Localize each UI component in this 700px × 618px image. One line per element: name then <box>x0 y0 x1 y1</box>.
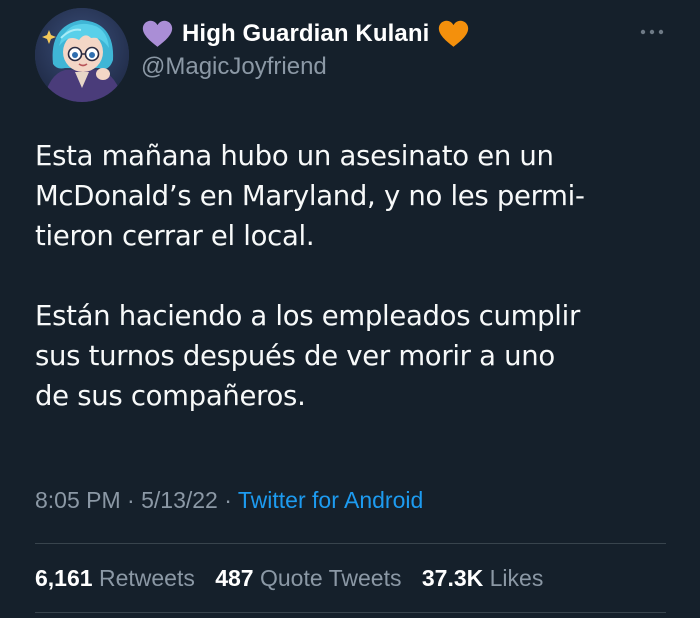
likes-stat[interactable]: 37.3K Likes <box>422 565 543 591</box>
quote-tweets-label: Quote Tweets <box>259 565 402 591</box>
retweets-label: Retweets <box>98 565 195 591</box>
quote-tweets-count: 487 <box>215 565 254 591</box>
meta-separator: · <box>224 487 232 513</box>
tweet-line: Esta mañana hubo un asesinato en un <box>35 140 554 172</box>
tweet-line: de sus compañeros. <box>35 380 306 412</box>
tweet-meta: 8:05 PM · 5/13/22 · Twitter for Android <box>35 487 423 514</box>
tweet-paragraph: Esta mañana hubo un asesinato en un McDo… <box>35 136 675 256</box>
author-name-row[interactable]: High Guardian Kulani <box>141 16 470 52</box>
orange-heart-icon <box>439 20 469 47</box>
tweet-stats: 6,161 Retweets 487 Quote Tweets 37.3K Li… <box>35 565 557 592</box>
tweet-line: McDonald’s en Maryland, y no les permi- <box>35 180 585 212</box>
tweet-line: sus turnos después de ver morir a uno <box>35 340 555 372</box>
quote-tweets-stat[interactable]: 487 Quote Tweets <box>215 565 408 591</box>
tweet-date[interactable]: 5/13/22 <box>141 487 218 513</box>
tweet-time[interactable]: 8:05 PM <box>35 487 121 513</box>
avatar-image <box>35 8 129 102</box>
tweet-paragraph: Están haciendo a los empleados cumplir s… <box>35 296 675 416</box>
avatar[interactable] <box>35 8 129 102</box>
author-handle[interactable]: @MagicJoyfriend <box>141 53 327 81</box>
purple-heart-icon <box>142 20 173 47</box>
meta-separator: · <box>127 487 135 513</box>
tweet-line: tieron cerrar el local. <box>35 220 315 252</box>
likes-label: Likes <box>489 565 544 591</box>
tweet-source-link[interactable]: Twitter for Android <box>238 487 423 513</box>
more-dots-icon <box>640 29 664 35</box>
divider <box>35 612 666 613</box>
divider <box>35 543 666 544</box>
tweet-line: Están haciendo a los empleados cumplir <box>35 300 580 332</box>
author-display-name[interactable]: High Guardian Kulani <box>182 20 429 48</box>
more-options-button[interactable] <box>638 22 666 42</box>
retweets-stat[interactable]: 6,161 Retweets <box>35 565 201 591</box>
likes-count: 37.3K <box>421 565 484 591</box>
retweets-count: 6,161 <box>35 565 93 591</box>
tweet-text: Esta mañana hubo un asesinato en un McDo… <box>35 136 675 416</box>
